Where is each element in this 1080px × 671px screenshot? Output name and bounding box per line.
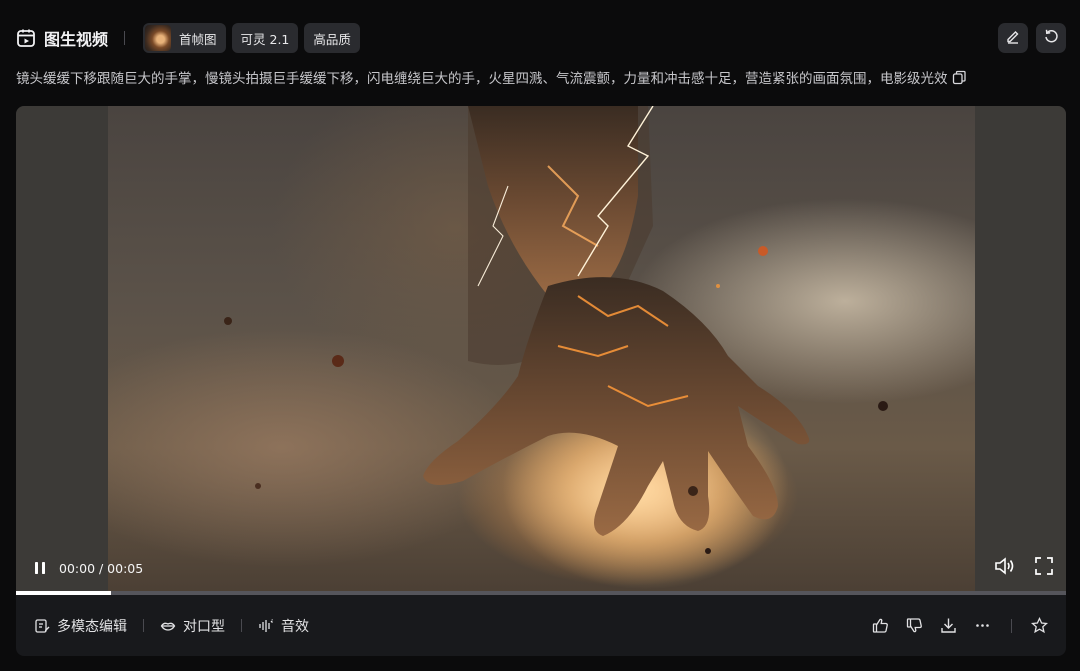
- favorite-button[interactable]: [1030, 617, 1048, 635]
- toolbar-divider: [143, 619, 144, 632]
- toolbar-actions: [855, 617, 1048, 635]
- chip-label: 高品质: [313, 31, 351, 47]
- pencil-icon: [1005, 28, 1021, 48]
- toolbar-divider: [241, 619, 242, 632]
- prompt-row: 镜头缓缓下移跟随巨大的手掌，慢镜头拍摄巨手缓缓下移，闪电缠绕巨大的手，火星四溅、…: [16, 67, 1060, 87]
- image-to-video-icon: [16, 28, 36, 48]
- regenerate-button[interactable]: [1036, 23, 1066, 53]
- sound-wave-icon: [258, 618, 274, 634]
- copy-icon[interactable]: [952, 70, 967, 85]
- undo-icon: [1043, 28, 1059, 48]
- toolbar-divider: [1011, 618, 1012, 633]
- lip-sync-label: 对口型: [183, 618, 225, 635]
- multimodal-edit-label: 多模态编辑: [57, 618, 127, 635]
- header-divider: [124, 31, 126, 45]
- thumbs-down-icon: [906, 618, 922, 633]
- fullscreen-button[interactable]: [1034, 556, 1054, 580]
- fullscreen-icon: [1035, 557, 1053, 575]
- pause-button[interactable]: [30, 558, 50, 578]
- chip-quality[interactable]: 高品质: [304, 23, 360, 53]
- edit-button[interactable]: [998, 23, 1028, 53]
- chip-model[interactable]: 可灵 2.1: [231, 23, 299, 53]
- chip-label: 可灵 2.1: [240, 31, 290, 47]
- download-icon: [940, 618, 956, 633]
- sound-effect-button[interactable]: 音效: [258, 616, 309, 636]
- header: 图生视频 首帧图 可灵 2.1 高品质: [16, 22, 1066, 54]
- player-controls: 00:00 / 00:05: [30, 556, 1054, 580]
- more-button[interactable]: [973, 617, 991, 635]
- download-button[interactable]: [939, 617, 957, 635]
- sound-effect-label: 音效: [281, 618, 309, 635]
- more-icon: [975, 624, 989, 627]
- pause-icon: [35, 562, 38, 574]
- player-right-controls: [994, 556, 1054, 580]
- volume-icon: [995, 557, 1014, 575]
- volume-button[interactable]: [994, 556, 1016, 580]
- lip-sync-button[interactable]: 对口型: [160, 616, 225, 636]
- multimodal-edit-icon: [34, 618, 50, 634]
- video-player[interactable]: 00:00 / 00:05: [16, 106, 1066, 594]
- lips-icon: [160, 618, 176, 634]
- header-actions: [998, 23, 1066, 53]
- playback-time: 00:00 / 00:05: [59, 560, 144, 576]
- like-button[interactable]: [871, 617, 889, 635]
- multimodal-edit-button[interactable]: 多模态编辑: [34, 616, 127, 636]
- video-card: 00:00 / 00:05 多模态编辑 对口型 音效: [16, 106, 1066, 656]
- giant-hand-image: [224, 106, 888, 586]
- video-frame: [108, 106, 975, 594]
- chip-first-frame[interactable]: 首帧图: [143, 23, 226, 53]
- first-frame-thumbnail: [145, 25, 172, 51]
- page-title: 图生视频: [44, 30, 109, 49]
- star-icon: [1030, 617, 1048, 634]
- title-wrap: 图生视频: [16, 22, 108, 54]
- bottom-toolbar: 多模态编辑 对口型 音效: [16, 595, 1066, 656]
- prompt-text: 镜头缓缓下移跟随巨大的手掌，慢镜头拍摄巨手缓缓下移，闪电缠绕巨大的手，火星四溅、…: [16, 71, 948, 87]
- thumbs-up-icon: [872, 618, 888, 633]
- chip-label: 首帧图: [179, 31, 217, 47]
- dislike-button[interactable]: [905, 617, 923, 635]
